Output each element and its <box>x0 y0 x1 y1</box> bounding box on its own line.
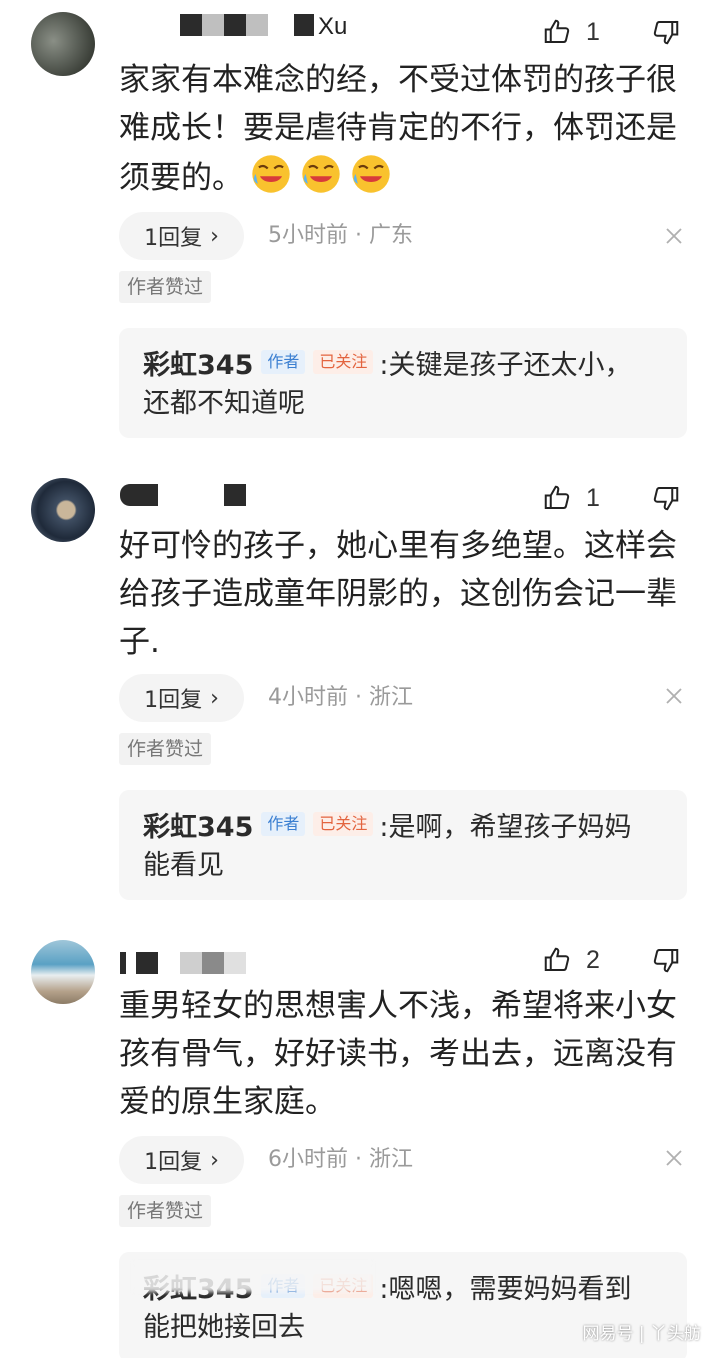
comment-text: 重男轻女的思想害人不浅，希望将来小女孩有骨气，好好读书，考出去，远离没有爱的原生… <box>119 988 677 1120</box>
crying-laughing-emoji-icon <box>299 152 343 196</box>
close-icon <box>666 1150 682 1166</box>
author-liked-badge: 作者赞过 <box>119 271 212 303</box>
dislike-button[interactable] <box>651 478 683 518</box>
watermark: 网易号 | 丫头舫 <box>582 1324 701 1344</box>
crying-laughing-emoji-icon <box>249 152 293 196</box>
username-obscured[interactable]: Xu <box>120 13 380 40</box>
reply-author-name[interactable]: 彩虹345 <box>143 805 253 844</box>
close-icon <box>666 688 682 704</box>
followed-tag: 已关注 <box>313 350 374 374</box>
comment-meta: 5小时前 · 广东 <box>268 223 413 248</box>
like-count: 2 <box>586 945 600 974</box>
like-count: 1 <box>586 17 600 46</box>
reply-count-button[interactable]: 1回复 › <box>119 212 244 260</box>
author-reply[interactable]: 彩虹345 作者 已关注 :是啊，希望孩子妈妈 能看见 <box>119 790 687 900</box>
reply-count-label: 1回复 <box>144 1150 203 1175</box>
reply-text-line2: 能看见 <box>143 850 224 881</box>
thumbs-down-icon <box>653 21 679 45</box>
crying-laughing-emoji-icon <box>349 152 393 196</box>
comment-meta: 4小时前 · 浙江 <box>268 685 413 710</box>
reply-text-line1: :嗯嗯，需要妈妈看到 <box>379 1273 632 1305</box>
avatar[interactable] <box>31 478 95 542</box>
comment-text: 家家有本难念的经，不受过体罚的孩子很难成长！要是虐待肯定的不行，体罚还是须要的。 <box>119 56 679 202</box>
author-tag: 作者 <box>261 812 306 836</box>
reply-count-label: 1回复 <box>144 226 203 251</box>
followed-tag: 已关注 <box>313 812 374 836</box>
dismiss-button[interactable] <box>660 672 688 720</box>
username-suffix: Xu <box>318 13 348 40</box>
author-liked-badge: 作者赞过 <box>119 733 212 765</box>
avatar[interactable] <box>31 940 95 1004</box>
reply-text-line2: 还都不知道呢 <box>143 388 305 419</box>
dislike-button[interactable] <box>651 12 683 52</box>
dislike-button[interactable] <box>651 940 683 980</box>
thumbs-down-icon <box>653 487 679 511</box>
like-button[interactable]: 1 <box>542 478 612 518</box>
comment-meta: 6小时前 · 浙江 <box>268 1147 413 1172</box>
reply-count-button[interactable]: 1回复 › <box>119 674 244 722</box>
like-count: 1 <box>586 483 600 512</box>
reply-author-name[interactable]: 彩虹345 <box>143 343 253 382</box>
like-button[interactable]: 2 <box>542 940 612 980</box>
comment-text: 好可怜的孩子，她心里有多绝望。这样会给孩子造成童年阴影的，这创伤会记一辈子. <box>119 528 677 660</box>
username-obscured[interactable] <box>120 484 380 510</box>
chevron-right-icon: › <box>210 1147 219 1173</box>
close-icon <box>666 228 682 244</box>
thumbs-down-icon <box>653 949 679 973</box>
username-obscured[interactable] <box>120 952 380 978</box>
reply-text-line1: :是啊，希望孩子妈妈 <box>379 811 632 843</box>
reply-count-label: 1回复 <box>144 688 203 713</box>
like-button[interactable]: 1 <box>542 12 612 52</box>
thumbs-up-icon <box>544 947 570 971</box>
author-tag: 作者 <box>261 350 306 374</box>
dismiss-button[interactable] <box>660 1134 688 1182</box>
chevron-right-icon: › <box>210 685 219 711</box>
thumbs-up-icon <box>544 485 570 509</box>
reply-text-line1: :关键是孩子还太小， <box>379 349 632 381</box>
thumbs-up-icon <box>544 19 570 43</box>
author-liked-badge: 作者赞过 <box>119 1195 212 1227</box>
blur-overlay <box>133 1262 373 1292</box>
chevron-right-icon: › <box>210 223 219 249</box>
dismiss-button[interactable] <box>660 212 688 260</box>
comment-text-body: 家家有本难念的经，不受过体罚的孩子很难成长！要是虐待肯定的不行，体罚还是须要的。 <box>119 62 677 196</box>
author-reply[interactable]: 彩虹345 作者 已关注 :关键是孩子还太小， 还都不知道呢 <box>119 328 687 438</box>
reply-count-button[interactable]: 1回复 › <box>119 1136 244 1184</box>
avatar[interactable] <box>31 12 95 76</box>
